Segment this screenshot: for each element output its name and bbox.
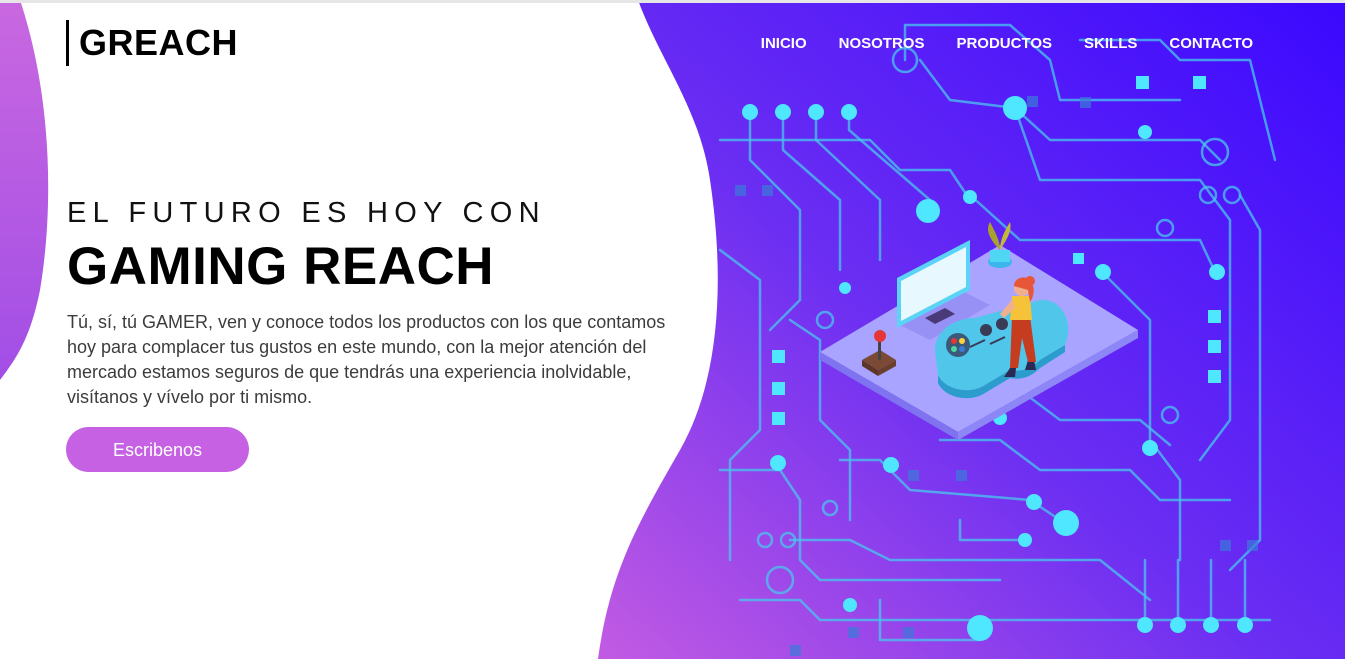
brand-logo[interactable]: GREACH <box>66 20 238 66</box>
browser-top-border <box>0 0 1345 3</box>
nav-item-nosotros[interactable]: NOSOTROS <box>839 34 925 54</box>
nav-item-productos[interactable]: PRODUCTOS <box>956 34 1052 54</box>
main-navigation: INICIO NOSOTROS PRODUCTOS SKILLS CONTACT… <box>761 34 1253 54</box>
hero-kicker: EL FUTURO ES HOY CON <box>67 197 546 229</box>
nav-item-skills[interactable]: SKILLS <box>1084 34 1137 54</box>
hero-description: Tú, sí, tú GAMER, ven y conoce todos los… <box>67 312 666 407</box>
hero-section: EL FUTURO ES HOY CON GAMING REACH Tú, sí… <box>67 194 687 410</box>
nav-item-contacto[interactable]: CONTACTO <box>1169 34 1253 54</box>
hero-title: GAMING REACH <box>67 237 495 296</box>
landing-page: GREACH INICIO NOSOTROS PRODUCTOS SKILLS … <box>0 0 1345 659</box>
nav-item-inicio[interactable]: INICIO <box>761 34 807 54</box>
escribenos-button[interactable]: Escribenos <box>66 427 249 472</box>
